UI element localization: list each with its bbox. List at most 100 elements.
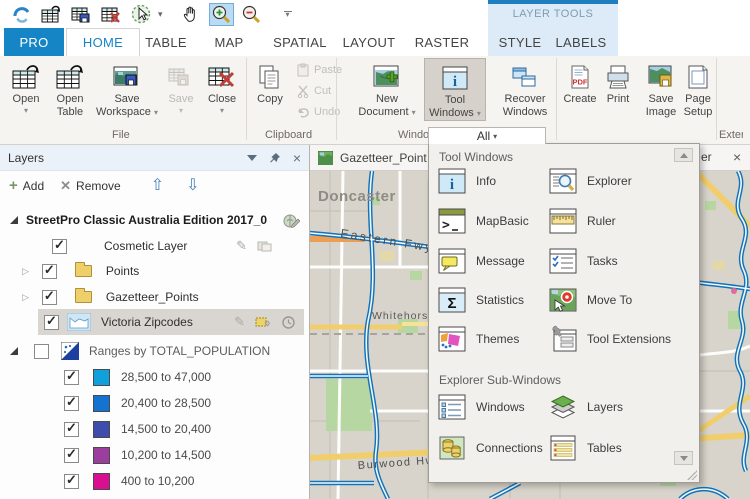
expander-collapsed-icon[interactable] <box>22 267 29 276</box>
menu-item-tasks[interactable]: Tasks <box>548 245 658 277</box>
save-button-disabled[interactable]: Save ▾ <box>162 59 200 115</box>
pin-icon[interactable] <box>269 152 281 164</box>
legend-swatch[interactable] <box>93 420 110 438</box>
folder-icon <box>74 288 92 303</box>
legend-checkbox[interactable] <box>64 446 79 463</box>
menu-item-ruler[interactable]: Ruler <box>548 205 658 237</box>
tab-table[interactable]: TABLE <box>134 28 198 56</box>
menu-item-windows[interactable]: Windows <box>437 391 547 423</box>
victoria-checkbox[interactable] <box>44 313 59 330</box>
undo-button-disabled[interactable]: Undo <box>296 105 340 119</box>
tool-windows-button[interactable]: i Tool Windows ▾ <box>424 58 486 121</box>
menu-item-connections[interactable]: Connections <box>437 432 547 464</box>
tab-labels[interactable]: LABELS <box>550 28 612 56</box>
move-layer-down-icon[interactable]: ⇩ <box>186 178 199 194</box>
tree-row-streetpro[interactable]: StreetPro Classic Australia Edition 2017… <box>0 207 308 233</box>
menu-item-statistics[interactable]: Σ Statistics <box>437 284 547 316</box>
legend-row[interactable]: 14,500 to 20,400 <box>0 416 308 442</box>
add-layer-button[interactable]: + Add <box>9 178 44 193</box>
menu-scroll-up-button[interactable] <box>674 148 693 162</box>
history-icon[interactable] <box>281 315 296 330</box>
legend-swatch[interactable] <box>93 446 110 464</box>
menu-scroll-down-button[interactable] <box>674 451 693 465</box>
legend-swatch[interactable] <box>93 368 110 386</box>
zoom-out-tool-icon[interactable] <box>239 3 264 26</box>
map-window-close-icon[interactable]: × <box>733 149 741 165</box>
tab-map[interactable]: MAP <box>199 28 259 56</box>
legend-swatch[interactable] <box>93 394 110 412</box>
customize-qat-icon[interactable]: ▾ <box>283 11 292 19</box>
open-table-icon[interactable] <box>38 3 63 26</box>
layer-options-icon[interactable] <box>257 240 272 252</box>
select-tool-dropdown-caret[interactable]: ▾ <box>158 9 163 20</box>
new-document-button[interactable]: New Document ▾ <box>356 59 418 119</box>
expander-expanded-icon[interactable] <box>10 216 18 224</box>
legend-checkbox[interactable] <box>64 394 79 411</box>
legend-row[interactable]: 10,200 to 14,500 <box>0 442 308 468</box>
group-settings-icon[interactable] <box>283 213 300 228</box>
menu-resize-grip[interactable] <box>687 470 697 480</box>
zoom-in-tool-icon[interactable] <box>208 2 234 26</box>
points-checkbox[interactable] <box>41 262 57 279</box>
tab-spatial[interactable]: SPATIAL <box>262 28 338 56</box>
legend-checkbox[interactable] <box>64 368 79 385</box>
tool-windows-menu: Tool Windows i Info Explorer > MapBasic … <box>428 143 700 483</box>
tree-row-points[interactable]: Points <box>0 258 308 284</box>
pan-tool-icon[interactable] <box>179 3 204 26</box>
menu-item-mapbasic[interactable]: > MapBasic <box>437 205 547 237</box>
recover-windows-button[interactable]: Recover Windows <box>494 59 556 119</box>
open-table-button[interactable]: Open Table <box>48 59 92 119</box>
copy-button[interactable]: Copy <box>250 59 290 106</box>
legend-row[interactable]: 400 to 10,200 <box>0 468 308 494</box>
menu-item-tables[interactable]: Tables <box>548 432 658 464</box>
tab-pro[interactable]: PRO <box>4 28 64 56</box>
save-table-icon[interactable] <box>68 3 93 26</box>
tasks-icon <box>548 246 578 276</box>
cosmetic-checkbox[interactable] <box>52 237 67 254</box>
close-button[interactable]: Close ▾ <box>202 59 242 115</box>
menu-item-info[interactable]: i Info <box>437 165 547 197</box>
legend-checkbox[interactable] <box>64 420 79 437</box>
close-table-icon[interactable] <box>98 3 123 26</box>
create-pdf-button[interactable]: PDF Create <box>560 59 600 106</box>
legend-row[interactable]: 28,500 to 47,000 <box>0 364 308 390</box>
menu-item-themes[interactable]: Themes <box>437 323 547 355</box>
legend-row[interactable]: 20,400 to 28,500 <box>0 390 308 416</box>
edit-style-icon[interactable] <box>236 238 247 254</box>
menu-item-message[interactable]: Message <box>437 245 547 277</box>
legend-swatch[interactable] <box>93 472 110 490</box>
layers-panel-header[interactable]: Layers × <box>0 145 309 171</box>
menu-item-layers[interactable]: Layers <box>548 391 658 423</box>
open-button[interactable]: Open ▾ <box>6 59 46 115</box>
gazetteer-checkbox[interactable] <box>41 288 57 305</box>
remove-layer-button[interactable]: ✕ Remove <box>60 179 121 193</box>
expander-collapsed-icon[interactable] <box>22 293 29 302</box>
menu-item-move-to[interactable]: Move To <box>548 284 658 316</box>
select-tool-icon[interactable] <box>128 3 153 26</box>
modify-theme-icon[interactable] <box>255 315 272 329</box>
save-workspace-button[interactable]: Save Workspace ▾ <box>94 59 160 119</box>
menu-item-explorer[interactable]: Explorer <box>548 165 658 197</box>
menu-item-all[interactable]: All ▾ <box>428 127 546 144</box>
tree-row-cosmetic[interactable]: Cosmetic Layer <box>0 233 308 259</box>
save-image-button[interactable]: Save Image <box>640 59 682 119</box>
panel-close-icon[interactable]: × <box>293 151 301 165</box>
menu-item-tool-extensions[interactable]: Tool Extensions <box>548 323 698 355</box>
legend-row-partial[interactable] <box>0 494 308 499</box>
ranges-checkbox[interactable] <box>34 343 49 359</box>
panel-menu-icon[interactable] <box>246 154 257 161</box>
tab-raster[interactable]: RASTER <box>406 28 478 56</box>
tree-row-ranges[interactable]: Ranges by TOTAL_POPULATION <box>0 338 308 364</box>
page-setup-button[interactable]: Page Setup <box>678 59 718 119</box>
expander-expanded-icon[interactable] <box>10 347 18 355</box>
print-button[interactable]: Print <box>600 59 636 106</box>
tab-home[interactable]: HOME <box>66 28 140 56</box>
tree-row-gazetteer[interactable]: Gazetteer_Points <box>0 284 308 310</box>
legend-checkbox[interactable] <box>64 472 79 489</box>
tab-layout[interactable]: LAYOUT <box>333 28 405 56</box>
tree-row-victoria-selected[interactable]: Victoria Zipcodes <box>38 309 304 335</box>
tab-style[interactable]: STYLE <box>492 28 548 56</box>
edit-style-icon[interactable] <box>234 314 245 330</box>
move-layer-up-icon[interactable]: ⇧ <box>151 178 164 194</box>
cut-button-disabled[interactable]: Cut <box>296 84 331 98</box>
